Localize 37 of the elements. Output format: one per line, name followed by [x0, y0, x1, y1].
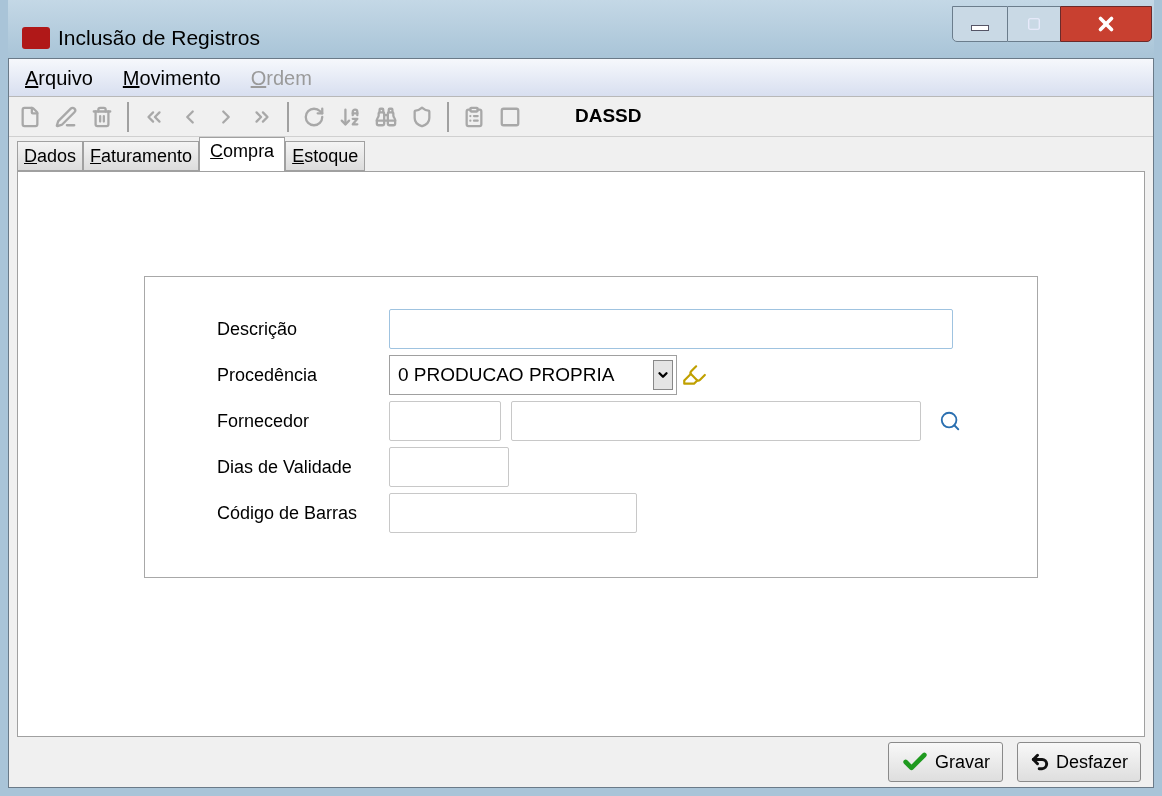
- toolbar-label: DASSD: [575, 104, 642, 129]
- shield-icon[interactable]: [411, 105, 433, 128]
- maximize-button[interactable]: [1008, 6, 1060, 42]
- clipboard-icon[interactable]: [463, 105, 485, 128]
- input-field[interactable]: [389, 447, 509, 487]
- input-field[interactable]: [389, 309, 953, 349]
- field-label: Dias de Validade: [217, 455, 353, 479]
- minimize-icon: [971, 25, 989, 31]
- field-label: Fornecedor: [217, 409, 311, 433]
- field-label: Código de Barras: [217, 501, 359, 525]
- undo-button[interactable]: Desfazer: [1016, 742, 1141, 782]
- binoculars-icon[interactable]: [375, 105, 397, 128]
- field-label: Procedência: [217, 363, 319, 387]
- menu-item[interactable]: Arquivo: [25, 62, 93, 93]
- field-label: Descrição: [217, 317, 299, 341]
- new-file-icon[interactable]: [19, 105, 41, 128]
- close-button[interactable]: [1060, 6, 1152, 42]
- input-field[interactable]: [389, 401, 501, 441]
- search-icon[interactable]: [939, 410, 961, 432]
- undo-icon: [1029, 752, 1050, 772]
- pen-icon[interactable]: [55, 105, 77, 128]
- trash-icon[interactable]: [91, 105, 113, 128]
- square-icon[interactable]: [499, 105, 521, 128]
- dropdown[interactable]: 0 PRODUCAO PROPRIA: [389, 355, 677, 395]
- tab[interactable]: Faturamento: [83, 141, 200, 171]
- refresh-icon[interactable]: [303, 105, 325, 128]
- maximize-icon: [1027, 17, 1041, 31]
- minimize-button[interactable]: [952, 6, 1008, 42]
- input-field[interactable]: [511, 401, 921, 441]
- tab[interactable]: Dados: [17, 141, 84, 171]
- menu-item[interactable]: Movimento: [122, 62, 221, 93]
- input-field[interactable]: [389, 493, 637, 533]
- window-title: Inclusão de Registros: [58, 25, 260, 51]
- highlighter-icon[interactable]: [681, 362, 707, 388]
- tab[interactable]: Estoque: [285, 141, 366, 171]
- save-button[interactable]: Gravar: [887, 742, 1003, 782]
- tab[interactable]: Compra: [199, 137, 286, 171]
